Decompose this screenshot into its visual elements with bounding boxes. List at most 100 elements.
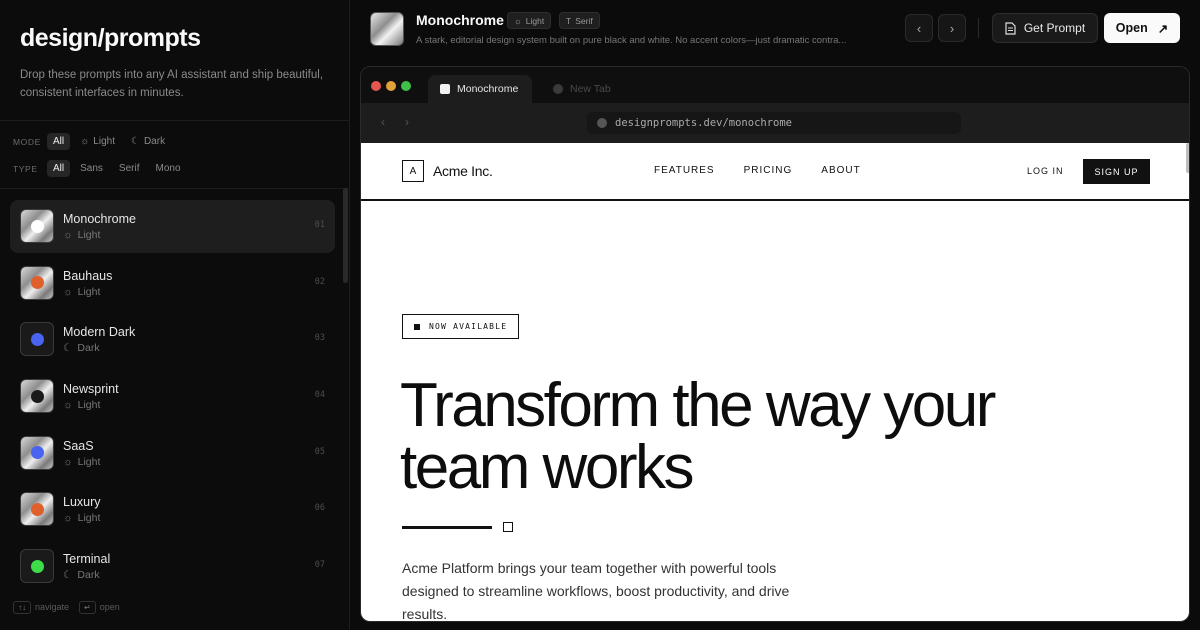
browser-back-icon[interactable]: ‹ [381, 115, 385, 129]
theme-item-luxury[interactable]: Luxury ☼ Light 06 [10, 483, 335, 536]
theme-name: Newsprint [63, 382, 119, 397]
nav-features[interactable]: FEATURES [654, 165, 715, 176]
site-logo-text[interactable]: Acme Inc. [433, 163, 493, 179]
theme-index: 01 [314, 220, 325, 230]
mode-label: Light [77, 399, 101, 412]
color-swatch [30, 559, 44, 573]
close-window-icon[interactable] [371, 81, 381, 91]
site-scrollbar[interactable] [1186, 143, 1189, 173]
square-icon [414, 323, 420, 330]
theme-thumbnail [370, 12, 404, 46]
browser-tab-new[interactable]: New Tab [541, 75, 623, 103]
chip-label: Dark [143, 136, 166, 147]
theme-index: 05 [314, 446, 325, 457]
hint-navigate: ↑↓ navigate [13, 601, 70, 614]
theme-item-newsprint[interactable]: Newsprint ☼ Light 04 [10, 370, 335, 423]
minimize-window-icon[interactable] [386, 81, 396, 91]
brand-tagline: Drop these prompts into any AI assistant… [20, 69, 324, 99]
arrow-keys-icon: ↑↓ [13, 601, 31, 614]
browser-tab-active[interactable]: Monochrome [428, 75, 532, 103]
theme-item-bauhaus[interactable]: Bauhaus ☼ Light 02 [10, 257, 335, 310]
divider [978, 18, 979, 38]
type-filter-mono[interactable]: Mono [149, 160, 186, 177]
hint-label: navigate [35, 602, 70, 612]
chip-label: All [53, 163, 65, 174]
color-swatch [30, 502, 44, 516]
mode-filter-dark[interactable]: ☾ Dark [125, 133, 171, 150]
availability-badge: NOW AVAILABLE [402, 314, 520, 339]
login-link[interactable]: LOG IN [1027, 166, 1064, 176]
maximize-window-icon[interactable] [401, 81, 411, 91]
next-button[interactable]: › [938, 14, 966, 42]
type-filter-serif[interactable]: Serif [113, 160, 146, 177]
mode-label: Dark [77, 569, 100, 582]
sun-icon: ☼ [514, 15, 522, 26]
previous-button[interactable]: ‹ [905, 14, 933, 42]
sun-icon: ☼ [63, 512, 73, 525]
theme-thumbnail [20, 209, 54, 243]
theme-name: Monochrome [63, 212, 136, 226]
sun-icon: ☼ [63, 285, 73, 298]
get-prompt-button[interactable]: Get Prompt [992, 13, 1098, 43]
site-logo-mark[interactable]: A [402, 160, 424, 182]
theme-name: SaaS [63, 438, 94, 453]
sidebar-scrollbar[interactable] [343, 188, 348, 283]
browser-tabbar: Monochrome New Tab [361, 67, 1189, 103]
document-icon [1005, 21, 1016, 35]
color-swatch [30, 276, 44, 290]
type-filter-all[interactable]: All [47, 160, 71, 177]
mode-filter-all[interactable]: All [47, 133, 71, 150]
open-button[interactable]: Open ↗ [1104, 13, 1180, 43]
theme-name: Terminal [63, 552, 111, 567]
theme-index: 03 [314, 333, 325, 344]
mode-filter-label: MODE [13, 136, 41, 147]
nav-about[interactable]: ABOUT [821, 165, 860, 176]
address-bar[interactable]: designprompts.dev/monochrome [587, 112, 961, 134]
theme-item-terminal[interactable]: Terminal ☾ Dark 07 [10, 540, 335, 593]
nav-pricing[interactable]: PRICING [744, 165, 793, 176]
theme-list: Monochrome ☼ Light 01 Bauhaus ☼ Light 02 Modern … [10, 200, 335, 597]
theme-description: A stark, editorial design system built o… [416, 35, 847, 46]
theme-index: 07 [314, 560, 325, 571]
mode-filter: MODE All ☼ Light ☾ Dark [13, 133, 171, 150]
theme-index: 02 [314, 276, 325, 287]
badge-label: Light [525, 15, 545, 26]
browser-forward-icon[interactable]: › [405, 115, 409, 129]
mode-filter-light[interactable]: ☼ Light [74, 133, 121, 150]
site-nav: FEATURES PRICING ABOUT [654, 165, 861, 176]
theme-thumbnail [20, 492, 54, 527]
signup-button[interactable]: SIGN UP [1083, 159, 1150, 184]
chip-label: Light [93, 136, 115, 147]
theme-mode: ☼ Light [63, 286, 100, 298]
mode-label: Dark [77, 342, 100, 355]
badge-label: Serif [575, 15, 593, 26]
theme-title: Monochrome [416, 12, 504, 28]
keyboard-hints: ↑↓ navigate ↵ open [13, 601, 120, 614]
hero-lede: Acme Platform brings your team together … [402, 560, 790, 622]
color-swatch [30, 389, 44, 403]
theme-item-modern-dark[interactable]: Modern Dark ☾ Dark 03 [10, 313, 335, 366]
type-filter: TYPE All Sans Serif Mono [13, 160, 187, 177]
theme-mode: ☼ Light [63, 512, 100, 524]
text-icon: T [566, 15, 572, 26]
type-badge: T Serif [559, 12, 600, 29]
chip-label: Mono [155, 163, 181, 174]
button-label: Get Prompt [1023, 21, 1086, 35]
chip-label: Sans [80, 163, 103, 174]
color-swatch [30, 219, 44, 233]
theme-name: Bauhaus [63, 268, 113, 283]
moon-icon: ☾ [130, 136, 140, 147]
theme-mode: ☼ Light [63, 399, 100, 411]
moon-icon: ☾ [63, 569, 73, 582]
headline-line: team works [400, 433, 694, 502]
type-filter-sans[interactable]: Sans [74, 160, 109, 177]
theme-item-monochrome[interactable]: Monochrome ☼ Light 01 [10, 200, 335, 253]
theme-thumbnail [20, 549, 54, 584]
divider [0, 188, 350, 189]
preview-browser: Monochrome New Tab ‹ › designprompts.dev… [360, 66, 1190, 622]
decorative-rule [402, 526, 492, 529]
browser-urlbar: ‹ › designprompts.dev/monochrome [361, 103, 1189, 143]
theme-item-saas[interactable]: SaaS ☼ Light 05 [10, 427, 335, 480]
tab-label: Monochrome [457, 83, 519, 95]
theme-mode: ☾ Dark [63, 342, 100, 354]
